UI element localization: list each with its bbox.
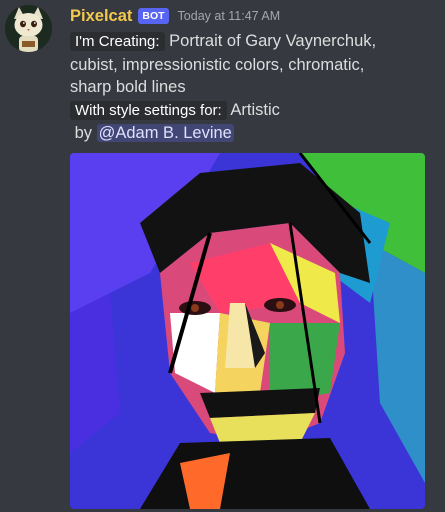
by-label: by [74, 124, 93, 142]
style-label: With style settings for: [70, 100, 227, 120]
bot-badge: BOT [138, 8, 169, 24]
chat-message: Pixelcat BOT Today at 11:47 AM I'm Creat… [0, 0, 445, 512]
generated-image[interactable] [70, 153, 425, 509]
author-line: by @Adam B. Levine [70, 122, 442, 145]
prompt-line-2: cubist, impressionistic colors, chromati… [70, 55, 365, 74]
cat-avatar-icon [5, 5, 52, 52]
prompt-text-1: Portrait of Gary Vaynerchuk, [169, 32, 377, 50]
bot-avatar[interactable] [5, 5, 52, 52]
cubist-portrait-image [70, 153, 425, 509]
message-timestamp[interactable]: Today at 11:47 AM [178, 9, 281, 23]
author-name[interactable]: Pixelcat [70, 7, 132, 26]
style-line: With style settings for: Artistic [70, 99, 442, 123]
message-content: I'm Creating: Portrait of Gary Vaynerchu… [70, 30, 442, 145]
message-header: Pixelcat BOT Today at 11:47 AM [70, 5, 280, 27]
style-value: Artistic [230, 100, 280, 119]
prompt-line-1: I'm Creating: Portrait of Gary Vaynerchu… [70, 30, 442, 54]
creating-label: I'm Creating: [70, 32, 165, 51]
user-mention[interactable]: @Adam B. Levine [96, 124, 234, 142]
prompt-line-3: sharp bold lines [70, 78, 186, 96]
